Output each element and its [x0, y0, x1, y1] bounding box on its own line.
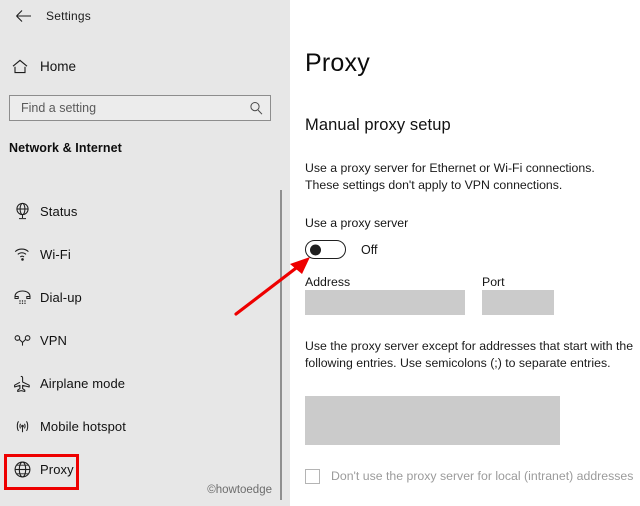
local-bypass-checkbox	[305, 469, 320, 484]
hotspot-icon	[0, 405, 40, 448]
sidebar-item-label: Proxy	[40, 462, 74, 477]
settings-window: Settings Home Network & Internet	[0, 0, 640, 506]
use-proxy-toggle-row: Off	[305, 240, 377, 259]
sidebar-nav: Status Wi-Fi Dial-up VPN Airplane mode M…	[0, 190, 290, 491]
sidebar-item-dialup[interactable]: Dial-up	[0, 276, 290, 319]
sidebar-item-vpn[interactable]: VPN	[0, 319, 290, 362]
sidebar: Settings Home Network & Internet	[0, 0, 290, 506]
address-label: Address	[305, 275, 351, 289]
app-title: Settings	[46, 9, 91, 23]
sidebar-item-label: VPN	[40, 333, 68, 348]
title-bar: Settings	[0, 0, 290, 32]
back-arrow-icon[interactable]	[0, 0, 46, 32]
search-icon[interactable]	[242, 96, 270, 120]
search-input[interactable]	[10, 101, 242, 115]
main-panel: Proxy Manual proxy setup Use a proxy ser…	[290, 0, 640, 506]
airplane-icon	[0, 362, 40, 405]
port-input	[482, 290, 554, 315]
search-box[interactable]	[9, 95, 271, 121]
port-label: Port	[482, 275, 505, 289]
sidebar-scrollbar[interactable]	[280, 190, 282, 500]
home-label: Home	[40, 58, 77, 74]
address-input	[305, 290, 465, 315]
sidebar-section-title: Network & Internet	[9, 141, 122, 155]
sidebar-item-status[interactable]: Status	[0, 190, 290, 233]
exception-list-input	[305, 396, 560, 445]
sidebar-item-label: Wi-Fi	[40, 247, 71, 262]
section-description: Use a proxy server for Ethernet or Wi-Fi…	[305, 161, 595, 192]
network-status-icon	[0, 190, 40, 233]
toggle-knob	[309, 244, 321, 255]
exception-description: Use the proxy server except for addresse…	[305, 339, 634, 370]
sidebar-item-label: Airplane mode	[40, 376, 126, 391]
section-heading: Manual proxy setup	[305, 116, 451, 134]
sidebar-item-mobile-hotspot[interactable]: Mobile hotspot	[0, 405, 290, 448]
home-icon	[0, 52, 40, 80]
wifi-icon	[0, 233, 40, 276]
sidebar-item-airplane-mode[interactable]: Airplane mode	[0, 362, 290, 405]
sidebar-item-wifi[interactable]: Wi-Fi	[0, 233, 290, 276]
local-bypass-row: Don't use the proxy server for local (in…	[305, 468, 635, 485]
sidebar-item-home[interactable]: Home	[0, 52, 290, 80]
local-bypass-label: Don't use the proxy server for local (in…	[331, 469, 634, 483]
page-title: Proxy	[305, 49, 370, 77]
toggle-state-label: Off	[361, 242, 378, 257]
use-proxy-label: Use a proxy server	[305, 216, 409, 230]
watermark: ©howtoedge	[207, 484, 272, 496]
sidebar-item-label: Mobile hotspot	[40, 419, 126, 434]
use-proxy-toggle[interactable]	[305, 240, 346, 259]
vpn-icon	[0, 319, 40, 362]
sidebar-item-label: Dial-up	[40, 290, 82, 305]
sidebar-item-label: Status	[40, 204, 78, 219]
dialup-phone-icon	[0, 276, 40, 319]
